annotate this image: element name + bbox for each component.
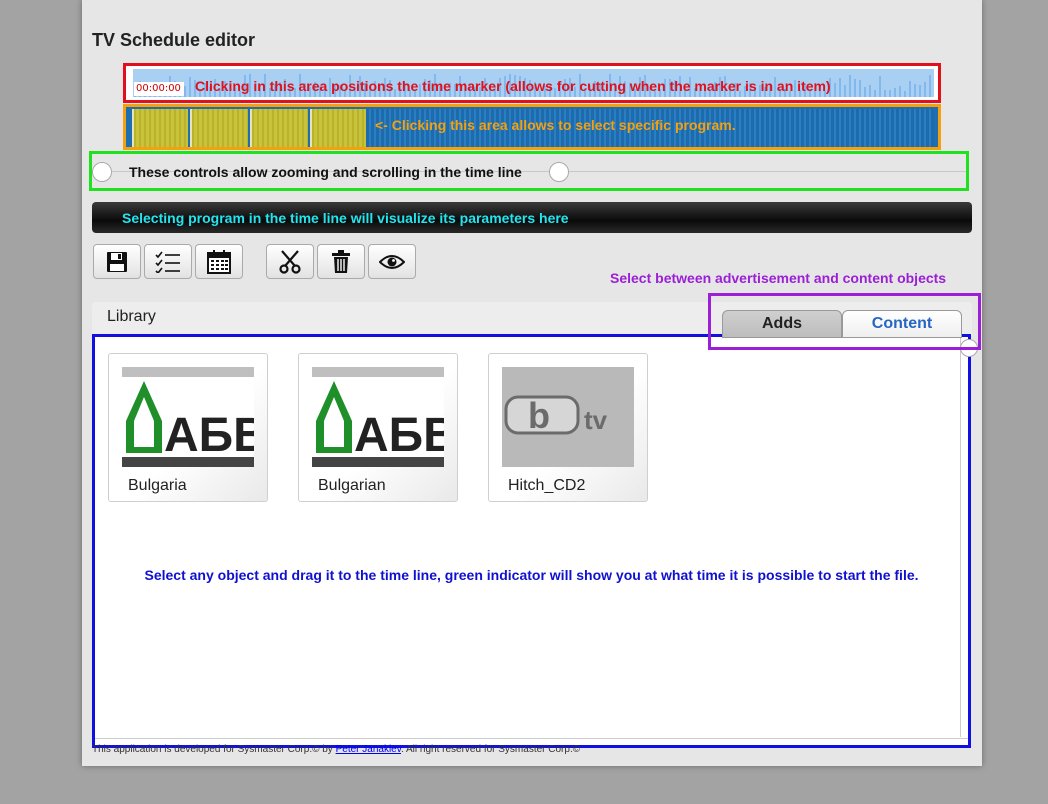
tab-content[interactable]: Content (842, 310, 962, 338)
svg-text:АБВ: АБВ (164, 409, 254, 462)
save-button[interactable] (93, 244, 141, 279)
vertical-scrollbar[interactable] (960, 337, 966, 737)
abv-logo-icon: АБВ (126, 381, 254, 462)
library-item-label: Bulgarian (318, 477, 386, 494)
time-ruler[interactable]: 00:00:00 Clicking in this area positions… (123, 63, 941, 103)
app-window: TV Schedule editor 00:00:00 Clicking in … (82, 0, 982, 766)
library-item-label: Bulgaria (128, 477, 187, 494)
author-link[interactable]: Peter Janakiev (336, 744, 401, 755)
ruler-annotation: Clicking in this area positions the time… (195, 78, 831, 94)
floppy-disk-icon (107, 251, 127, 272)
checklist-button[interactable] (144, 244, 192, 279)
library-item-label: Hitch_CD2 (508, 477, 586, 494)
footer-suffix: . All right reserved for Sysmaster Corp.… (401, 744, 581, 755)
library-item-bulgaria[interactable]: АБВ Bulgaria (108, 353, 268, 502)
library-tabs: Adds Content (708, 293, 981, 350)
library-item-bulgarian[interactable]: АБВ Bulgarian (298, 353, 458, 502)
svg-text:АБВ: АБВ (354, 409, 444, 462)
program-block[interactable] (250, 109, 308, 147)
delete-button[interactable] (317, 244, 365, 279)
library-panel[interactable]: АБВ Bulgaria АБВ Bulgarian b tv Hitch_CD… (92, 334, 978, 748)
zoom-scroll-controls: These controls allow zooming and scrolli… (89, 151, 969, 191)
page-title: TV Schedule editor (92, 30, 256, 50)
eye-icon (379, 254, 405, 269)
time-ruler-area[interactable]: 00:00:00 Clicking in this area positions… (133, 69, 934, 97)
abv-logo-icon: АБВ (316, 381, 444, 462)
zoom-end-handle[interactable] (549, 162, 569, 182)
time-marker-readout: 00:00:00 (134, 82, 184, 96)
footer-prefix: This application is developed for Sysmas… (92, 744, 333, 755)
tabs-annotation: Select between advertisement and content… (610, 270, 947, 286)
zoom-start-handle[interactable] (92, 162, 112, 182)
thumbnail: АБВ (312, 367, 444, 467)
program-block[interactable] (190, 109, 248, 147)
program-parameters-bar: Selecting program in the time line will … (92, 202, 972, 233)
calendar-icon (207, 249, 231, 274)
tab-adds[interactable]: Adds (722, 310, 842, 338)
drag-annotation: Select any object and drag it to the tim… (144, 567, 919, 583)
thumbnail: b tv (502, 367, 634, 467)
program-block[interactable] (132, 109, 188, 147)
program-track[interactable]: <- Clicking this area allows to select s… (123, 104, 941, 150)
library-item-hitch-cd2[interactable]: b tv Hitch_CD2 (488, 353, 648, 502)
trash-icon (332, 249, 350, 273)
track-annotation: <- Clicking this area allows to select s… (375, 117, 736, 133)
library-title: Library (107, 308, 156, 325)
checklist-icon (155, 251, 180, 273)
svg-text:b: b (528, 395, 550, 436)
preview-button[interactable] (368, 244, 416, 279)
calendar-button[interactable] (195, 244, 243, 279)
thumbnail: АБВ (122, 367, 254, 467)
horizontal-scrollbar[interactable] (95, 738, 968, 739)
footer: This application is developed for Sysmas… (92, 744, 580, 755)
btv-logo-icon: b tv (504, 395, 608, 436)
scissors-icon (279, 249, 301, 274)
svg-text:tv: tv (584, 405, 608, 435)
program-block[interactable] (310, 109, 366, 147)
parameters-annotation: Selecting program in the time line will … (122, 210, 569, 226)
cut-button[interactable] (266, 244, 314, 279)
zoom-annotation: These controls allow zooming and scrolli… (129, 164, 522, 180)
